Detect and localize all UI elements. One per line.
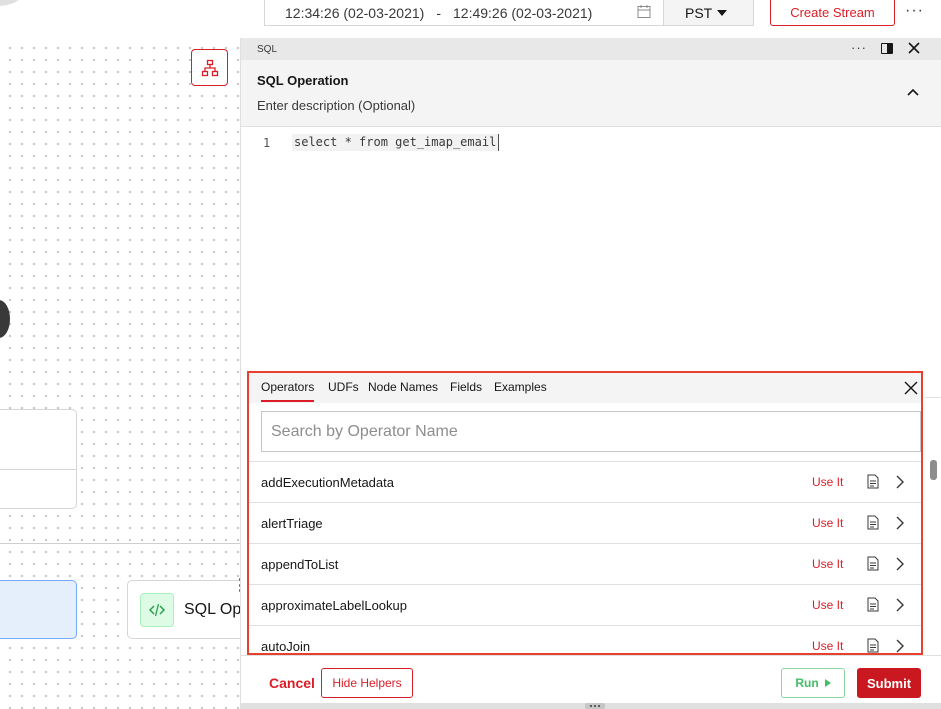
line-number: 1 [263,136,271,150]
timezone-value: PST [685,4,713,21]
tab-fields[interactable]: Fields [450,380,482,402]
canvas-node-handle[interactable] [0,300,10,338]
list-item[interactable]: alertTriage Use It [249,502,921,543]
close-icon[interactable] [905,39,923,57]
caret-down-icon [717,10,727,16]
operator-name: addExecutionMetadata [261,474,394,490]
close-icon[interactable] [904,381,918,395]
flow-canvas[interactable]: SQL Op [0,38,240,709]
document-icon[interactable] [867,597,879,612]
panel-edge [925,397,941,398]
run-button-label: Run [795,676,819,690]
tab-examples[interactable]: Examples [494,380,547,402]
operation-meta: SQL Operation Enter description (Optiona… [241,60,941,127]
chevron-up-icon[interactable] [906,87,920,97]
avatar[interactable] [0,0,22,6]
chevron-right-icon[interactable] [895,598,905,612]
helpers-tabs: Operators UDFs Node Names Fields Example… [249,373,921,403]
use-it-link[interactable]: Use It [812,598,843,612]
operator-name: approximateLabelLookup [261,597,407,613]
create-stream-button[interactable]: Create Stream [770,0,895,26]
time-range-start: 12:34:26 (02-03-2021) [285,4,425,21]
tab-udfs[interactable]: UDFs [328,380,359,402]
play-icon [824,679,831,687]
helpers-panel: Operators UDFs Node Names Fields Example… [247,371,923,655]
panel-footer: Cancel Hide Helpers Run Submit [241,655,941,703]
time-range-picker[interactable]: 12:34:26 (02-03-2021) - 12:49:26 (02-03-… [264,0,664,26]
time-range-separator: - [436,4,441,21]
operator-name: appendToList [261,556,339,572]
chevron-right-icon[interactable] [895,639,905,653]
chevron-right-icon[interactable] [895,557,905,571]
overflow-menu-icon[interactable]: ··· [905,2,924,20]
cancel-button[interactable]: Cancel [269,675,315,691]
tab-node-names[interactable]: Node Names [368,380,438,402]
topology-view-button[interactable] [191,49,228,86]
scrollbar-thumb[interactable] [930,460,937,480]
document-icon[interactable] [867,515,879,530]
chevron-right-icon[interactable] [895,475,905,489]
document-icon[interactable] [867,474,879,489]
resize-handle[interactable] [585,703,605,709]
panel-header-label: SQL [257,43,278,55]
canvas-separator [0,543,240,544]
sql-code-editor[interactable]: 1 select * from get_imap_email [241,128,941,378]
panel-overflow-icon[interactable]: ··· [851,40,867,55]
document-icon[interactable] [867,556,879,571]
calendar-icon[interactable] [637,4,651,19]
operation-description-field[interactable]: Enter description (Optional) [257,98,415,113]
chevron-right-icon[interactable] [895,516,905,530]
submit-button[interactable]: Submit [857,668,921,698]
operation-title[interactable]: SQL Operation [257,73,349,88]
hide-helpers-button[interactable]: Hide Helpers [321,668,413,698]
use-it-link[interactable]: Use It [812,516,843,530]
time-range-end: 12:49:26 (02-03-2021) [453,4,593,21]
operator-search-input[interactable] [261,411,921,452]
canvas-node-card[interactable] [0,409,77,509]
tab-operators[interactable]: Operators [261,380,315,402]
run-button[interactable]: Run [781,668,845,698]
code-line[interactable]: select * from get_imap_email [292,134,500,151]
list-item[interactable]: addExecutionMetadata Use It [249,461,921,502]
list-item[interactable]: autoJoin Use It [249,625,921,654]
operator-name: autoJoin [261,638,311,654]
list-item[interactable]: appendToList Use It [249,543,921,584]
canvas-top-area [0,0,240,38]
use-it-link[interactable]: Use It [812,557,843,571]
list-item[interactable]: approximateLabelLookup Use It [249,584,921,625]
timezone-select[interactable]: PST [663,0,754,26]
operator-list: addExecutionMetadata Use It alertTriage … [249,461,921,654]
code-icon [140,592,174,627]
card-divider [0,469,76,470]
canvas-selected-node[interactable] [0,580,77,639]
use-it-link[interactable]: Use It [812,639,843,653]
use-it-link[interactable]: Use It [812,475,843,489]
hierarchy-icon [201,59,218,76]
document-icon[interactable] [867,638,879,653]
operator-name: alertTriage [261,515,323,531]
sql-operation-node[interactable]: SQL Op [127,580,240,639]
panel-header: SQL ··· [241,38,941,60]
sql-node-label: SQL Op [184,600,240,618]
split-view-icon[interactable] [881,43,893,54]
